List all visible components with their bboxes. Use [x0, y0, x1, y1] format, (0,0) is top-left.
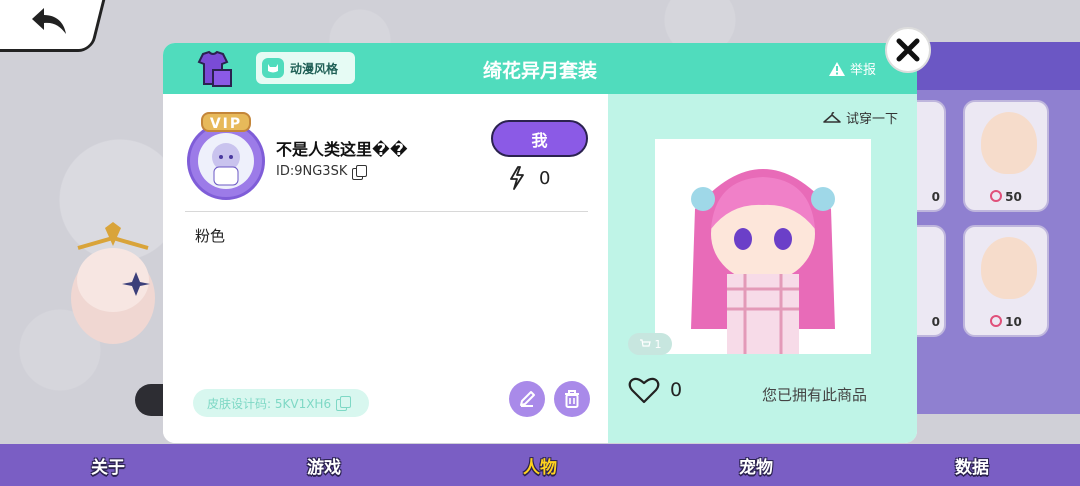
cart-count-badge: 1 [628, 333, 672, 355]
vip-badge: VIP [201, 112, 251, 132]
try-on-button[interactable]: 试穿一下 [823, 108, 898, 127]
hanger-icon [823, 111, 841, 123]
heart-icon [628, 377, 660, 404]
owned-status: 您已拥有此商品 [762, 386, 868, 404]
creator-id-text: ID:9NG3SK [276, 164, 348, 179]
report-label: 举报 [850, 63, 877, 78]
close-button[interactable] [885, 27, 931, 73]
shop-price: 50 [965, 190, 1047, 204]
background-character [71, 222, 155, 344]
nav-pets[interactable]: 宠物 [648, 453, 864, 478]
nav-character[interactable]: 人物 [432, 453, 648, 478]
divider [185, 211, 588, 212]
me-button[interactable]: 我 [491, 120, 588, 157]
lightning-icon [510, 166, 524, 190]
item-head-preview [981, 237, 1037, 299]
coin-icon [990, 315, 1003, 327]
back-arrow-icon [32, 8, 66, 34]
like-count: 0 [670, 379, 683, 401]
shop-card[interactable]: 10 [963, 225, 1049, 337]
preview-pane: 试穿一下 1 0 您已拥有此商品 [608, 94, 917, 443]
coin-icon [990, 190, 1003, 202]
avatar[interactable]: VIP [185, 112, 267, 200]
outfit-description: 粉色 [195, 227, 226, 245]
design-code-text: 皮肤设计码: 5KV1XH6 [207, 396, 332, 411]
back-button[interactable] [0, 0, 108, 52]
energy-count: 0 [509, 166, 550, 190]
creator-info-pane: VIP 不是人类这里�� ID:9NG3SK 我 0 粉色 皮肤设计码: 5KV… [163, 94, 608, 443]
nav-games[interactable]: 游戏 [216, 453, 432, 478]
creator-name: 不是人类这里�� [276, 140, 408, 159]
try-on-label: 试穿一下 [846, 112, 899, 127]
modal-title: 绮花异月套装 [482, 60, 597, 82]
edit-button[interactable] [509, 381, 545, 417]
copy-icon[interactable] [336, 396, 352, 411]
energy-value: 0 [539, 167, 551, 189]
outfit-detail-modal: 动漫风格 绮花异月套装 举报 VIP 不是人类这里�� ID:9NG3SK 我 … [163, 43, 917, 443]
modal-header: 动漫风格 绮花异月套装 举报 [163, 43, 917, 94]
shop-card[interactable]: 50 [963, 100, 1049, 212]
nav-data[interactable]: 数据 [864, 453, 1080, 478]
warning-icon [829, 61, 845, 76]
bottom-nav: 关于 游戏 人物 宠物 数据 [0, 444, 1080, 486]
report-button[interactable]: 举报 [828, 59, 876, 78]
delete-button[interactable] [554, 381, 590, 417]
cart-count: 1 [654, 337, 662, 351]
outfit-preview-image [655, 139, 871, 354]
copy-icon[interactable] [352, 164, 368, 180]
close-icon [896, 38, 920, 62]
avatar-image [198, 133, 254, 189]
creator-id: ID:9NG3SK [276, 164, 368, 180]
like-button[interactable]: 0 [628, 376, 682, 404]
nav-about[interactable]: 关于 [0, 453, 216, 478]
shop-price: 10 [965, 315, 1047, 329]
cart-icon [639, 339, 651, 347]
pencil-icon [520, 391, 535, 407]
shop-panel: 0 50 0 10 [860, 42, 1080, 414]
design-code-chip[interactable]: 皮肤设计码: 5KV1XH6 [193, 389, 369, 417]
item-head-preview [981, 112, 1037, 174]
trash-icon [565, 390, 579, 408]
